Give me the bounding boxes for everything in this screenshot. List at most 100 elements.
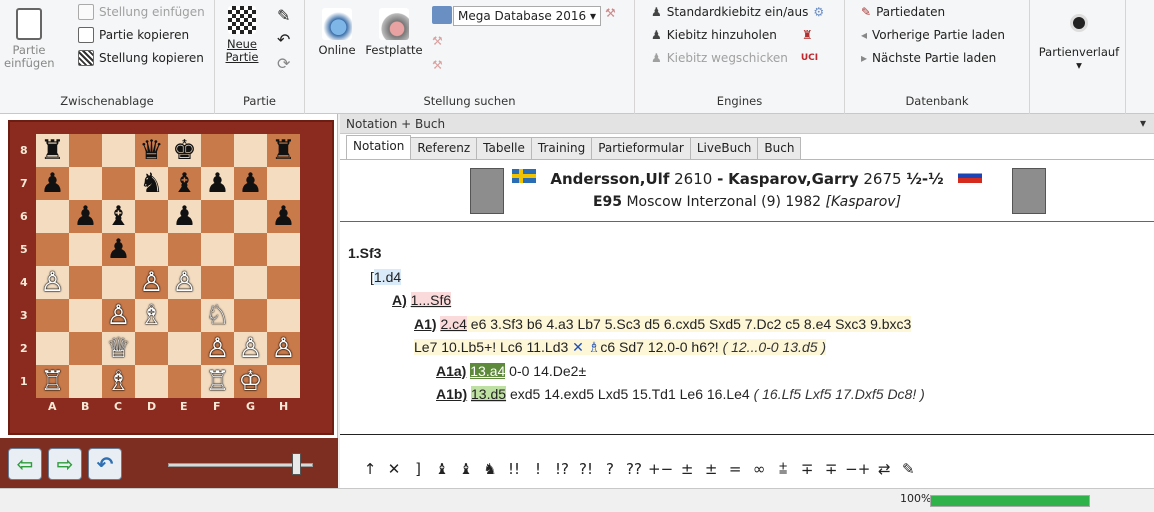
variation-move-a1b[interactable]: 13.d5 — [471, 386, 507, 402]
board-square[interactable]: ♜ — [36, 134, 69, 167]
board-square[interactable]: ♙ — [102, 299, 135, 332]
search-tool-icon[interactable]: ⚒ — [605, 6, 616, 20]
board-square[interactable]: ♘ — [201, 299, 234, 332]
annotation-symbol-button[interactable]: ✎ — [898, 460, 918, 478]
tab-tabelle[interactable]: Tabelle — [476, 137, 532, 159]
board-square[interactable]: ♚ — [168, 134, 201, 167]
chess-piece[interactable]: ♞ — [139, 170, 163, 197]
board-square[interactable] — [69, 365, 102, 398]
board-square[interactable] — [234, 134, 267, 167]
chess-piece[interactable]: ♟ — [73, 203, 97, 230]
online-search-button[interactable]: Online — [313, 8, 361, 57]
board-square[interactable] — [267, 167, 300, 200]
replay-speed-slider-thumb[interactable] — [292, 453, 301, 475]
annotation-symbol-button[interactable]: ± — [701, 460, 721, 478]
board-square[interactable] — [168, 332, 201, 365]
board-square[interactable] — [234, 233, 267, 266]
chess-piece[interactable]: ♘ — [205, 302, 229, 329]
chess-piece[interactable]: ♝ — [172, 170, 196, 197]
board-square[interactable] — [267, 233, 300, 266]
board-square[interactable]: ♕ — [102, 332, 135, 365]
chess-piece[interactable]: ♛ — [139, 137, 163, 164]
chess-board[interactable]: ♜ ♛ ♚ ♜ ♟ ♞ ♝ ♟ ♟ ♟ ♝ ♟ ♟ ♟ ♙ ♙ ♙ ♙ ♗ ♘ ♕ ♙ ♙ ♙ ♖ ♗ ♖ ♔ 8 7 6 5 4 3 2 1 A B C D… — [8, 120, 334, 435]
chess-piece[interactable]: ♜ — [271, 137, 295, 164]
refresh-icon[interactable]: ⟳ — [277, 54, 290, 73]
board-square[interactable] — [69, 167, 102, 200]
annotation-symbol-button[interactable]: ♞ — [480, 460, 500, 478]
chess-piece[interactable]: ♟ — [106, 236, 130, 263]
prev-game-button[interactable]: ◂ Vorherige Partie laden — [861, 25, 1005, 45]
chess-piece[interactable]: ♗ — [139, 302, 163, 329]
board-square[interactable] — [36, 233, 69, 266]
board-square[interactable] — [267, 365, 300, 398]
chess-piece[interactable]: ♟ — [40, 170, 64, 197]
copy-position-button[interactable]: Stellung kopieren — [78, 48, 204, 68]
board-square[interactable]: ♜ — [267, 134, 300, 167]
forward-button[interactable]: ⇨ — [48, 448, 82, 480]
board-square[interactable]: ♖ — [201, 365, 234, 398]
annotation-symbol-button[interactable]: ⇄ — [874, 460, 894, 478]
board-square[interactable] — [201, 200, 234, 233]
board-square[interactable]: ♗ — [135, 299, 168, 332]
toggle-kibitzer-button[interactable]: ♟ Standardkiebitz ein/aus ⚙ — [651, 2, 824, 22]
tab-partieformular[interactable]: Partieformular — [591, 137, 691, 159]
panel-menu-icon[interactable]: ▾ — [1140, 116, 1146, 130]
board-square[interactable] — [135, 200, 168, 233]
annotation-symbol-button[interactable]: ± — [677, 460, 697, 478]
board-square[interactable] — [36, 332, 69, 365]
board-square[interactable]: ♛ — [135, 134, 168, 167]
annotation-symbol-button[interactable]: ∓ — [821, 460, 841, 478]
board-square[interactable]: ♟ — [102, 233, 135, 266]
board-square[interactable] — [69, 266, 102, 299]
board-square[interactable] — [168, 233, 201, 266]
chess-piece[interactable]: ♖ — [40, 368, 64, 395]
chess-piece[interactable]: ♝ — [106, 203, 130, 230]
tab-training[interactable]: Training — [530, 137, 593, 159]
takeback-button[interactable]: ↶ — [88, 448, 122, 480]
board-square[interactable] — [201, 134, 234, 167]
variation-line-a1b[interactable]: exd5 14.exd5 Lxd5 15.Td1 Le6 16.Le4 — [506, 386, 750, 402]
board-square[interactable] — [267, 299, 300, 332]
uci-icon[interactable]: UCI — [801, 53, 818, 63]
chess-piece[interactable]: ♜ — [40, 137, 64, 164]
copy-game-button[interactable]: Partie kopieren — [78, 25, 189, 45]
board-square[interactable] — [69, 332, 102, 365]
annotation-symbol-button[interactable]: ? — [600, 460, 620, 478]
annotation-symbol-button[interactable]: +− — [648, 460, 673, 478]
board-square[interactable]: ♟ — [168, 200, 201, 233]
chess-piece[interactable]: ♙ — [205, 335, 229, 362]
board-square[interactable]: ♙ — [36, 266, 69, 299]
chess-piece[interactable]: ♟ — [271, 203, 295, 230]
insert-position-button[interactable]: Stellung einfügen — [78, 2, 205, 22]
board-square[interactable] — [234, 299, 267, 332]
board-square[interactable] — [201, 266, 234, 299]
search-tool-icon-3[interactable]: ⚒ — [432, 58, 443, 72]
current-move[interactable]: 13.a4 — [470, 362, 506, 379]
variation-line-a1-cont[interactable]: Le7 10.Lb5+! Lc6 11.Ld3 — [414, 339, 568, 355]
board-square[interactable]: ♔ — [234, 365, 267, 398]
chess-piece[interactable]: ♔ — [238, 368, 262, 395]
back-button[interactable]: ⇦ — [8, 448, 42, 480]
chess-piece[interactable]: ♟ — [205, 170, 229, 197]
board-square[interactable]: ♙ — [267, 332, 300, 365]
tab-livebuch[interactable]: LiveBuch — [689, 137, 759, 159]
annotation-symbol-button[interactable]: ] — [408, 460, 428, 478]
board-square[interactable] — [135, 332, 168, 365]
chess-piece[interactable]: ♚ — [172, 137, 196, 164]
undo-icon[interactable]: ↶ — [277, 30, 290, 49]
variation-line-a1-cont2[interactable]: c6 Sd7 12.0-0 h6?! — [600, 339, 718, 355]
variation-line-a1a[interactable]: 0-0 14.De2± — [505, 363, 586, 379]
notation-text[interactable]: 1.Sf3 [1.d4 A) 1...Sf6 A1) 2.c4 e6 3.Sf3… — [340, 224, 1154, 434]
board-square[interactable]: ♟ — [234, 167, 267, 200]
chess-piece[interactable]: ♖ — [205, 368, 229, 395]
board-square[interactable]: ♗ — [102, 365, 135, 398]
annotation-symbol-button[interactable]: ∞ — [749, 460, 769, 478]
chess-piece[interactable]: ♙ — [271, 335, 295, 362]
board-square[interactable]: ♝ — [168, 167, 201, 200]
chess-piece[interactable]: ♕ — [106, 335, 130, 362]
board-square[interactable] — [36, 299, 69, 332]
board-square[interactable] — [102, 134, 135, 167]
board-square[interactable] — [69, 299, 102, 332]
main-move[interactable]: 1.Sf3 — [348, 245, 381, 261]
chess-piece[interactable]: ♟ — [172, 203, 196, 230]
